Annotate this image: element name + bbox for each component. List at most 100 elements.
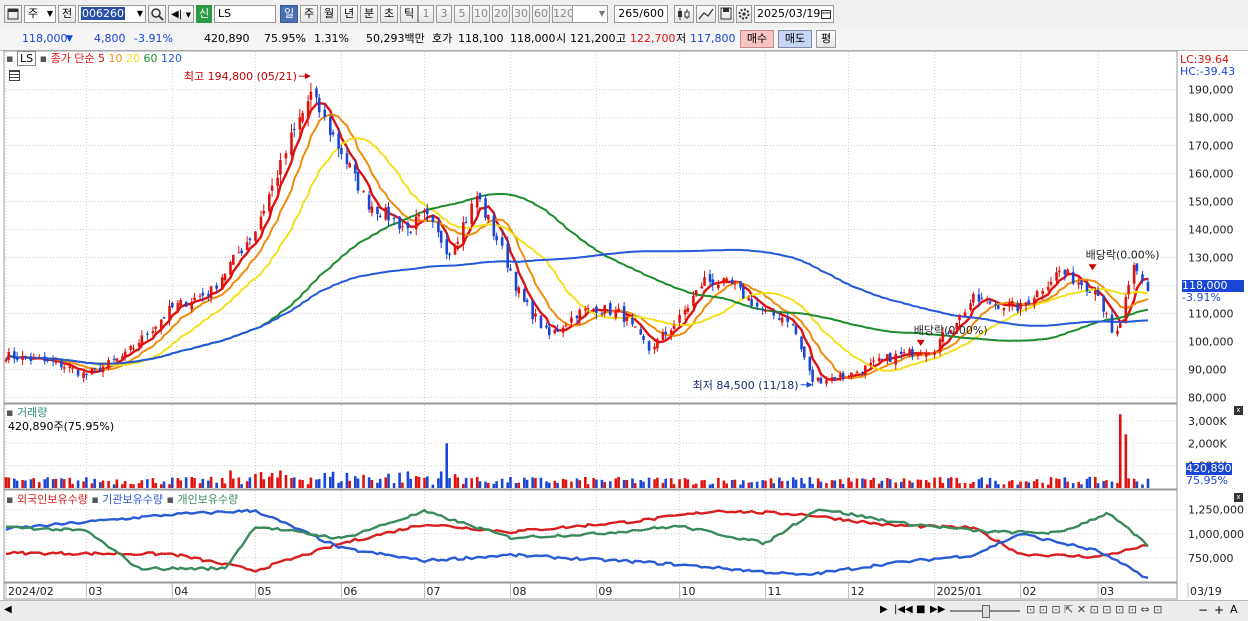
- candle-body: [1088, 291, 1092, 293]
- candle-body: [742, 287, 745, 299]
- volume-bar: [791, 477, 795, 488]
- volume-bar: [137, 483, 141, 488]
- candle-body: [439, 230, 443, 243]
- candle-body: [362, 191, 365, 193]
- view-options-icons[interactable]: ⊡ ⊡ ⊡ ⇱ ✕ ⊡ ⊡ ⊡ ⊡ ⇔ ⊡: [1026, 603, 1162, 616]
- candle-body: [1058, 270, 1061, 273]
- candle-body: [317, 97, 321, 113]
- price-tick-label: 190,000: [1188, 84, 1234, 97]
- candle-body: [750, 299, 753, 306]
- grid-toggle-icon[interactable]: [9, 70, 20, 81]
- candle-body: [15, 356, 19, 360]
- candle-body: [179, 300, 182, 306]
- candle-body: [323, 109, 327, 117]
- candle-body: [972, 293, 975, 303]
- candle-body: [985, 298, 989, 301]
- candle-body: [791, 324, 795, 326]
- candle-body: [919, 354, 923, 356]
- volume-bar: [298, 479, 302, 488]
- candle-body: [653, 346, 656, 350]
- ticker-chip[interactable]: LS: [16, 51, 37, 66]
- price-tick-label: 80,000: [1188, 391, 1227, 404]
- candle-body: [123, 351, 127, 358]
- play-icon[interactable]: ▶▶: [930, 604, 945, 615]
- holding-tick-label: 1,250,000: [1188, 504, 1244, 517]
- volume-tag: 420,890 75.95%: [1186, 463, 1232, 487]
- scroll-left-icon[interactable]: ◀: [4, 604, 12, 615]
- candle-body: [517, 287, 521, 294]
- scroll-first-icon[interactable]: |◀◀: [894, 604, 913, 615]
- volume-bar: [348, 480, 352, 488]
- volume-bar: [1088, 476, 1092, 488]
- zoom-out-icon[interactable]: −: [1198, 603, 1208, 617]
- volume-bar: [1010, 480, 1014, 488]
- candle-body: [276, 177, 279, 186]
- candle-body: [68, 366, 72, 369]
- panel-close-icon[interactable]: x: [1234, 493, 1243, 502]
- scroll-right-icon[interactable]: ▶: [880, 604, 888, 615]
- volume-bar: [722, 480, 726, 488]
- candle-body: [825, 380, 828, 384]
- ma-legend-item: 5: [98, 52, 109, 65]
- x-tick-label: 05: [257, 585, 271, 598]
- candle-body: [431, 215, 435, 223]
- candle-body: [223, 273, 227, 281]
- candle-body: [207, 294, 210, 296]
- candle-body: [1071, 272, 1075, 284]
- horizontal-scrollbar[interactable]: ◀ ▶ |◀◀ ■ ▶▶ ⊡ ⊡ ⊡ ⇱ ✕ ⊡ ⊡ ⊡ ⊡ ⇔ ⊡ − + A: [0, 600, 1248, 621]
- volume-bar: [315, 479, 318, 488]
- volume-bar: [98, 482, 102, 488]
- candle-body: [1116, 330, 1119, 335]
- stop-icon[interactable]: ■: [916, 604, 925, 615]
- candle-body: [370, 206, 374, 213]
- volume-bar: [908, 480, 911, 488]
- chart-area[interactable]: 최고 194,800 (05/21) 최저 84,500 (11/18) 배당락(0…: [0, 0, 1248, 621]
- volume-bar: [1118, 414, 1122, 488]
- volume-bar: [778, 477, 781, 488]
- candle-body: [509, 268, 512, 271]
- candle-body: [1002, 307, 1006, 311]
- candle-body: [556, 328, 559, 332]
- volume-bar: [470, 478, 473, 488]
- candle: [356, 168, 360, 194]
- candle-body: [703, 277, 706, 286]
- candle: [90, 367, 94, 375]
- zoom-in-icon[interactable]: +: [1214, 603, 1224, 617]
- candle-body: [146, 333, 149, 335]
- candle-body: [764, 310, 767, 312]
- candle-body: [839, 374, 842, 378]
- volume-bar: [154, 483, 157, 488]
- candle-body: [980, 298, 983, 300]
- volume-bar: [886, 477, 889, 488]
- zoom-slider-handle[interactable]: [982, 605, 990, 618]
- volume-bar: [146, 479, 149, 488]
- volume-bar: [309, 477, 313, 488]
- volume-bar: [107, 481, 110, 488]
- volume-bar: [595, 479, 598, 488]
- volume-bar: [437, 478, 440, 488]
- volume-bar: [902, 478, 906, 488]
- candle-body: [378, 215, 382, 217]
- candle-body: [500, 237, 504, 246]
- volume-bar: [755, 481, 759, 488]
- volume-bar: [220, 477, 224, 488]
- candle: [1124, 294, 1128, 324]
- candle-body: [1046, 286, 1050, 290]
- candle-body: [802, 346, 806, 358]
- volume-bar: [401, 482, 404, 488]
- volume-bar: [570, 481, 573, 488]
- volume-bar: [43, 479, 47, 488]
- price-legend: ▪ LS ▪ 종가 단순 5 10 20 60 120: [6, 51, 182, 66]
- volume-bar: [32, 478, 36, 488]
- volume-bar: [750, 482, 753, 488]
- candle-body: [329, 116, 332, 136]
- volume-bar: [622, 479, 626, 488]
- volume-bar: [423, 477, 426, 488]
- candle-body: [525, 299, 529, 303]
- candle-body: [487, 214, 490, 220]
- panel-close-icon[interactable]: x: [1234, 406, 1243, 415]
- candle-body: [168, 305, 171, 320]
- price-tick-label: 140,000: [1188, 224, 1234, 237]
- candle-body: [570, 317, 573, 323]
- font-size-icon[interactable]: A: [1230, 603, 1238, 616]
